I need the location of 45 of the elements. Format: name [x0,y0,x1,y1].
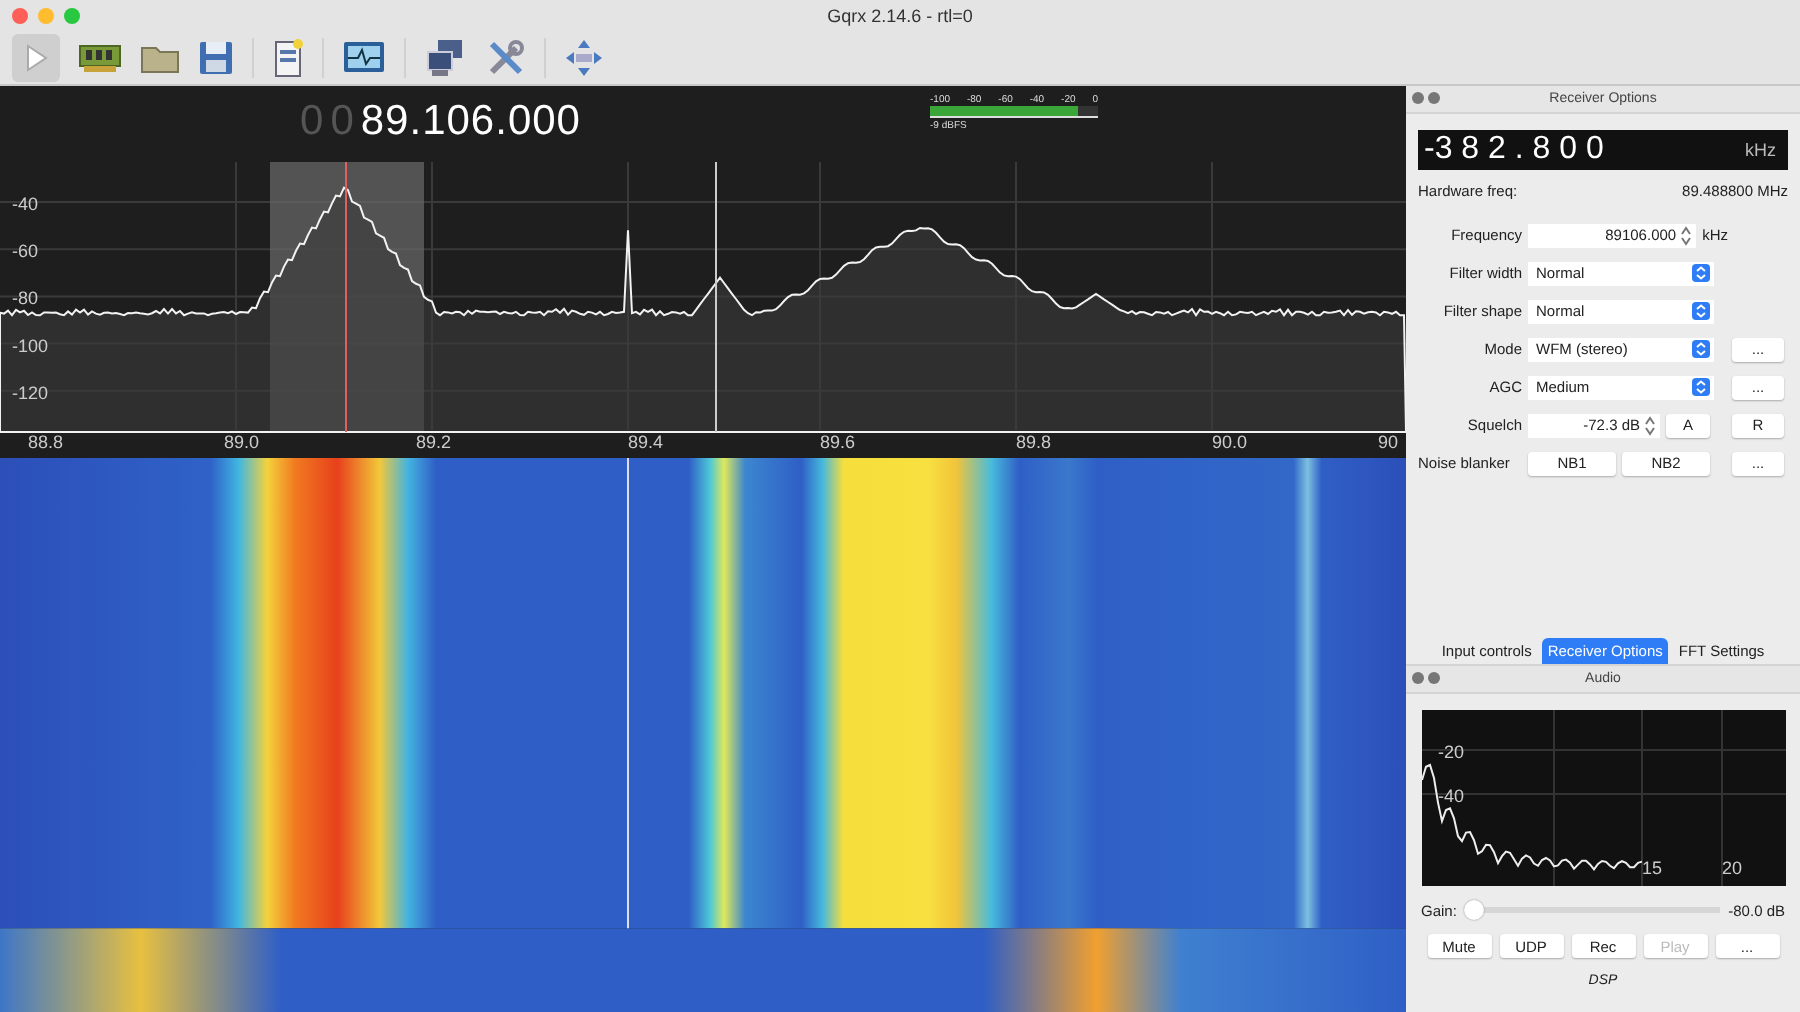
float-icon[interactable] [1428,672,1440,684]
axis-label: 15 [1641,858,1662,878]
offset-unit: kHz [1745,140,1776,160]
axis-label: -40 [12,194,39,214]
axis-label: 88.8 [28,432,64,452]
axis-label: 20 [1721,858,1742,878]
save-icon[interactable] [198,40,234,76]
axis-label: 89.8 [1016,432,1052,452]
axis-label: 89.0 [224,432,260,452]
close-button[interactable] [12,8,28,24]
offset-value: -3 8 2 . 8 0 0 [1424,132,1604,168]
window-title: Gqrx 2.14.6 - rtl=0 [827,6,973,26]
network-computers-icon[interactable] [424,38,468,78]
dropdown-arrows-icon [1692,302,1710,320]
stepper-icon[interactable] [1680,225,1693,245]
axis-label: -80 [12,288,39,309]
axis-label: 89.2 [416,432,452,452]
dropdown-arrows-icon [1692,264,1710,282]
folder-icon[interactable] [140,42,180,74]
slider-handle[interactable] [1464,900,1485,920]
axis-label: -120 [12,382,49,403]
axis-label: -60 [12,241,39,262]
monitor-waveform-icon[interactable] [342,40,386,76]
axis-label: -20 [1437,742,1464,762]
document-icon[interactable] [272,38,304,78]
close-icon[interactable] [1412,672,1424,684]
float-icon[interactable] [1428,92,1440,104]
circuit-board-icon[interactable] [78,42,122,74]
tools-icon[interactable] [486,38,526,78]
axis-label: -40 [1437,786,1464,806]
close-icon[interactable] [1412,92,1424,104]
move-arrows-icon[interactable] [564,38,604,78]
axis-label: 90 [1378,432,1399,452]
filter-passband[interactable] [270,162,424,432]
stepper-icon[interactable] [1644,415,1656,435]
axis-label: 89.6 [820,432,856,452]
play-icon [24,44,48,72]
axis-label: -100 [12,335,49,356]
play-button[interactable] [12,34,60,82]
axis-label: 90.0 [1212,432,1248,452]
dropdown-arrows-icon [1692,340,1710,358]
demod-marker[interactable] [715,161,717,433]
tuning-marker[interactable] [345,161,347,433]
dropdown-arrows-icon [1692,378,1710,396]
axis-label: 89.4 [628,432,664,452]
